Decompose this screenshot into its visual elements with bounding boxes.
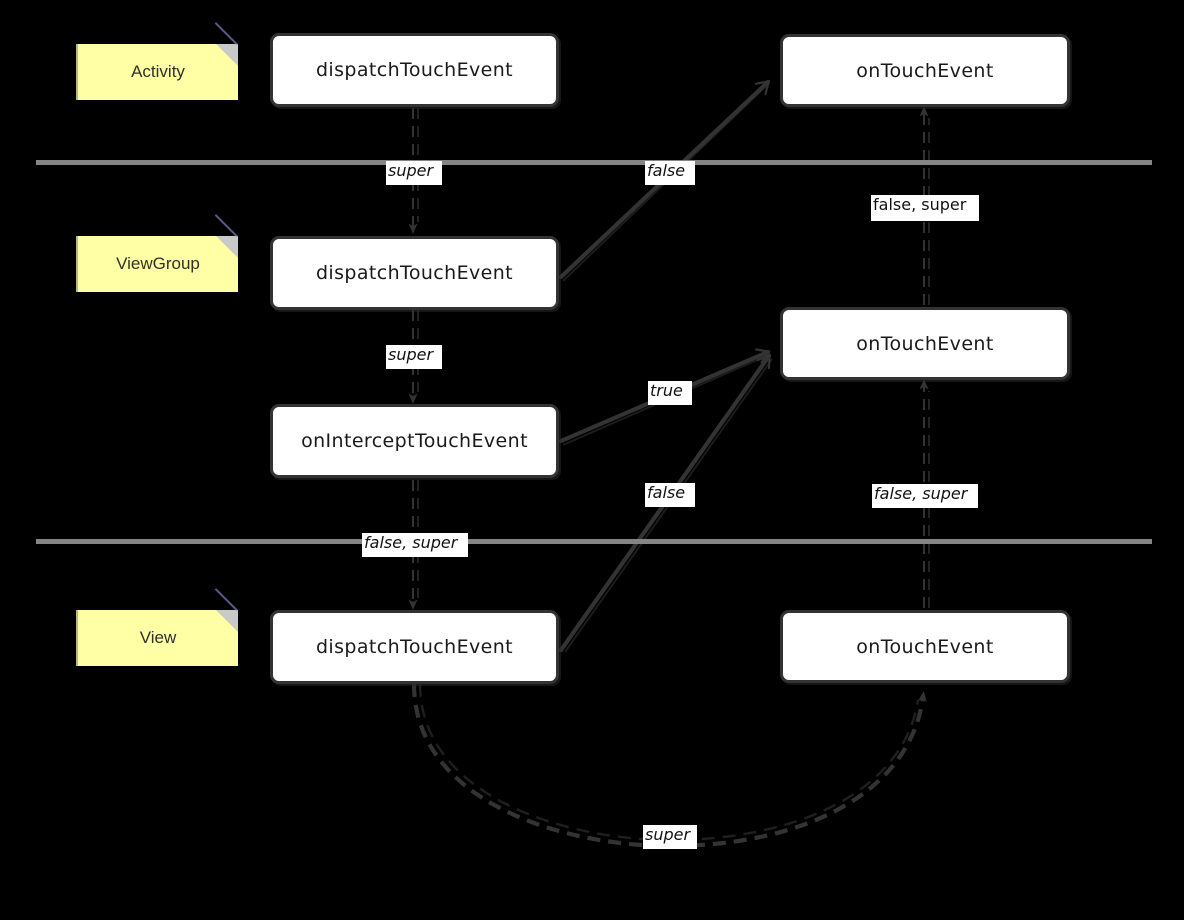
lane-note-activity: Activity bbox=[76, 22, 238, 100]
edge-label-false-super-viewgroup-ontouch-to-activity-ontouch: false, super bbox=[871, 195, 979, 221]
edge-label-text: false bbox=[647, 161, 686, 180]
node-label: onTouchEvent bbox=[856, 332, 994, 355]
node-view-on-touch-event[interactable]: onTouchEvent bbox=[780, 610, 1070, 683]
node-label: dispatchTouchEvent bbox=[315, 262, 514, 284]
node-activity-on-touch-event[interactable]: onTouchEvent bbox=[780, 34, 1070, 107]
edge-label-text: false, super bbox=[364, 533, 458, 552]
note-fold-icon bbox=[216, 610, 238, 632]
note-fold-icon bbox=[216, 44, 238, 66]
edge-label-false-super-intercept-to-view-dispatch: false, super bbox=[362, 533, 468, 557]
edge-label-super-viewgroup-dispatch-to-intercept: super bbox=[386, 345, 442, 369]
node-activity-dispatch-touch-event[interactable]: dispatchTouchEvent bbox=[270, 33, 559, 107]
node-label: dispatchTouchEvent bbox=[315, 59, 514, 81]
lane-note-viewgroup-label: ViewGroup bbox=[116, 254, 200, 273]
edge-label-true-intercept-to-viewgroup-ontouch: true bbox=[648, 381, 692, 405]
node-viewgroup-on-intercept-touch-event[interactable]: onInterceptTouchEvent bbox=[270, 404, 559, 478]
lane-note-viewgroup: ViewGroup bbox=[76, 214, 238, 292]
lane-note-view-label: View bbox=[139, 628, 177, 647]
edge-label-text: super bbox=[645, 825, 691, 844]
edge-label-text: false, super bbox=[874, 484, 968, 503]
divider-viewgroup-view bbox=[36, 539, 1152, 544]
lane-note-activity-label: Activity bbox=[131, 62, 185, 81]
node-view-dispatch-touch-event[interactable]: dispatchTouchEvent bbox=[270, 610, 559, 684]
node-viewgroup-on-touch-event[interactable]: onTouchEvent bbox=[780, 307, 1070, 380]
edge-label-false-super-view-ontouch-to-viewgroup-ontouch: false, super bbox=[872, 484, 978, 508]
edge-label-text: false bbox=[647, 483, 686, 502]
edge-label-false-view-dispatch-to-viewgroup-ontouch: false bbox=[645, 483, 695, 507]
edges-layer bbox=[408, 79, 930, 849]
note-fold-icon bbox=[216, 236, 238, 258]
edge-view-dispatch-to-view-ontouch bbox=[411, 683, 927, 849]
diagram-canvas: Activity ViewGroup View dispatchTouchEve… bbox=[0, 0, 1184, 920]
edge-label-false-viewgroup-to-activity: false bbox=[645, 161, 695, 185]
edge-label-super-activity-to-viewgroup: super bbox=[386, 161, 442, 185]
node-label: onTouchEvent bbox=[856, 59, 994, 82]
edge-label-text: true bbox=[650, 381, 683, 400]
edge-label-text: super bbox=[388, 345, 434, 364]
lane-note-view: View bbox=[76, 588, 238, 666]
node-viewgroup-dispatch-touch-event[interactable]: dispatchTouchEvent bbox=[270, 236, 559, 310]
node-label: onTouchEvent bbox=[856, 635, 994, 658]
node-label: dispatchTouchEvent bbox=[315, 636, 514, 658]
edge-label-text: false, super bbox=[873, 195, 967, 214]
node-label: onInterceptTouchEvent bbox=[301, 430, 528, 452]
divider-activity-viewgroup bbox=[36, 160, 1152, 165]
edge-label-text: super bbox=[388, 161, 434, 180]
edge-label-super-view-dispatch-to-view-ontouch: super bbox=[643, 825, 697, 849]
